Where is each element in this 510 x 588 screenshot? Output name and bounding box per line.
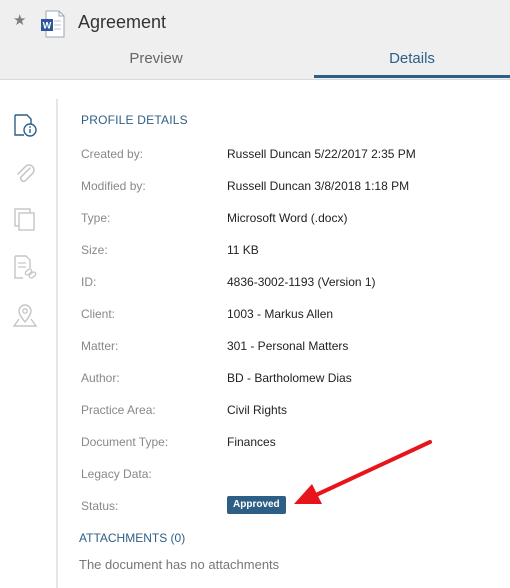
profile-details-heading: PROFILE DETAILS xyxy=(81,113,188,127)
field-matter: Matter: 301 - Personal Matters xyxy=(81,338,501,358)
red-arrow-annotation xyxy=(294,440,432,504)
attachments-empty-text: The document has no attachments xyxy=(79,557,280,572)
field-label: Type: xyxy=(81,211,111,225)
document-title: Agreement xyxy=(78,12,167,32)
linked-document-icon[interactable] xyxy=(12,254,38,280)
info-icon[interactable] xyxy=(12,112,38,138)
field-value: BD - Bartholomew Dias xyxy=(227,371,352,385)
status-badge: Approved xyxy=(227,496,286,514)
field-value: 1003 - Markus Allen xyxy=(227,307,334,321)
field-label: Legacy Data: xyxy=(81,467,152,481)
attachments-heading: ATTACHMENTS (0) xyxy=(79,531,186,545)
field-value: Russell Duncan 5/22/2017 2:35 PM xyxy=(227,147,416,161)
field-client: Client: 1003 - Markus Allen xyxy=(81,306,501,326)
field-label: Created by: xyxy=(81,147,144,161)
field-value: Finances xyxy=(227,435,276,449)
field-value: 301 - Personal Matters xyxy=(227,339,349,353)
paperclip-icon[interactable] xyxy=(12,160,38,186)
field-label: Client: xyxy=(81,307,116,321)
field-size: Size: 11 KB xyxy=(81,242,501,262)
document-header: ★ W Agreement Preview Details xyxy=(0,0,510,80)
tab-preview[interactable]: Preview xyxy=(0,48,312,78)
field-label: Status: xyxy=(81,499,119,513)
field-label: Size: xyxy=(81,243,108,257)
svg-text:W: W xyxy=(43,21,52,31)
field-value: Microsoft Word (.docx) xyxy=(227,211,348,225)
field-value: Civil Rights xyxy=(227,403,288,417)
copies-icon[interactable] xyxy=(12,206,38,232)
field-author: Author: BD - Bartholomew Dias xyxy=(81,370,501,390)
field-value: 4836-3002-1193 (Version 1) xyxy=(227,275,376,289)
field-value: Russell Duncan 3/8/2018 1:18 PM xyxy=(227,179,410,193)
field-label: Author: xyxy=(81,371,120,385)
field-created-by: Created by: Russell Duncan 5/22/2017 2:3… xyxy=(81,146,501,166)
sidebar-divider xyxy=(56,99,58,588)
field-label: Practice Area: xyxy=(81,403,156,417)
field-type: Type: Microsoft Word (.docx) xyxy=(81,210,501,230)
field-label: Modified by: xyxy=(81,179,146,193)
field-label: Matter: xyxy=(81,339,119,353)
field-value: 11 KB xyxy=(227,243,259,257)
field-modified-by: Modified by: Russell Duncan 3/8/2018 1:1… xyxy=(81,178,501,198)
word-document-icon: W xyxy=(41,10,65,38)
tab-details[interactable]: Details xyxy=(314,48,510,78)
field-id: ID: 4836-3002-1193 (Version 1) xyxy=(81,274,501,294)
field-label: Document Type: xyxy=(81,435,169,449)
star-icon[interactable]: ★ xyxy=(13,13,26,29)
location-pin-icon[interactable] xyxy=(12,302,38,328)
field-practice-area: Practice Area: Civil Rights xyxy=(81,402,501,422)
field-label: ID: xyxy=(81,275,97,289)
